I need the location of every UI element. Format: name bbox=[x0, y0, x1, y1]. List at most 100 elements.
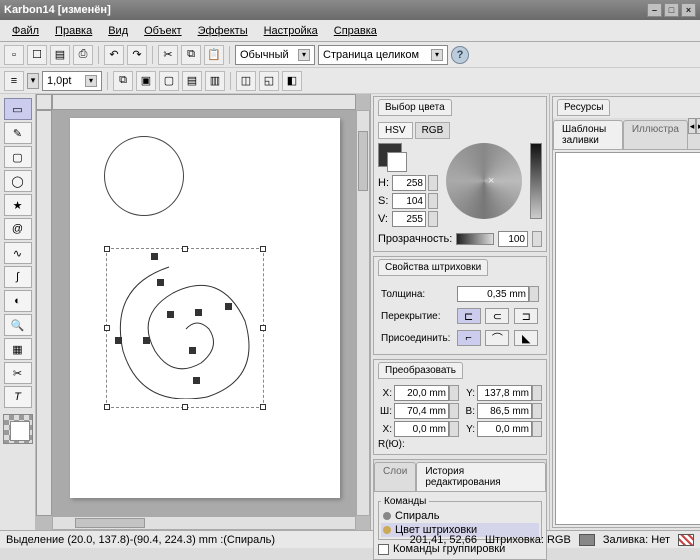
raise-icon[interactable]: ▤ bbox=[182, 71, 202, 91]
tab-fill-patterns[interactable]: Шаблоны заливки bbox=[553, 120, 623, 149]
zoom-combo[interactable]: Страница целиком ▾ bbox=[318, 45, 448, 65]
open-icon[interactable]: ☐ bbox=[27, 45, 47, 65]
join-miter-button[interactable]: ⌐ bbox=[457, 330, 481, 346]
node[interactable] bbox=[225, 303, 232, 310]
menu-object[interactable]: Объект bbox=[138, 23, 187, 39]
menu-effects[interactable]: Эффекты bbox=[192, 23, 254, 39]
close-button[interactable]: × bbox=[681, 3, 696, 17]
value-slider[interactable] bbox=[530, 143, 542, 219]
grid-tool[interactable]: ▦ bbox=[4, 338, 32, 360]
minimize-button[interactable]: – bbox=[647, 3, 662, 17]
y-field[interactable]: 137,8 mm bbox=[477, 385, 532, 401]
text-tool[interactable]: T bbox=[4, 386, 32, 408]
spiral-tool[interactable]: @ bbox=[4, 218, 32, 240]
duplicate-icon[interactable]: ⧉ bbox=[113, 71, 133, 91]
scrollbar-thumb[interactable] bbox=[75, 518, 145, 528]
send-back-icon[interactable]: ▢ bbox=[159, 71, 179, 91]
spinner[interactable] bbox=[529, 286, 539, 302]
scrollbar-horizontal[interactable] bbox=[52, 516, 356, 530]
lower-icon[interactable]: ▥ bbox=[205, 71, 225, 91]
transparency-field[interactable]: 100 bbox=[498, 231, 528, 247]
paste-icon[interactable]: 📋 bbox=[204, 45, 224, 65]
circle-shape[interactable] bbox=[104, 136, 184, 216]
menu-file[interactable]: Файл bbox=[6, 23, 45, 39]
spinner[interactable] bbox=[532, 385, 542, 401]
save-icon[interactable]: ▤ bbox=[50, 45, 70, 65]
cut-icon[interactable]: ✂ bbox=[158, 45, 178, 65]
fill-swatch[interactable] bbox=[678, 534, 694, 546]
node[interactable] bbox=[143, 337, 150, 344]
resize-handle[interactable] bbox=[260, 325, 266, 331]
align-icon[interactable]: ◧ bbox=[282, 71, 302, 91]
tab-rgb[interactable]: RGB bbox=[415, 122, 451, 139]
v-field[interactable]: 255 bbox=[392, 211, 426, 227]
group-icon[interactable]: ◫ bbox=[236, 71, 256, 91]
history-item[interactable]: Спираль bbox=[381, 509, 539, 523]
selection-box[interactable] bbox=[106, 248, 264, 408]
spinner[interactable] bbox=[532, 403, 542, 419]
view-mode-combo[interactable]: Обычный ▾ bbox=[235, 45, 315, 65]
node[interactable] bbox=[151, 253, 158, 260]
tab-clipart[interactable]: Иллюстра bbox=[623, 120, 688, 149]
copy-icon[interactable]: ⧉ bbox=[181, 45, 201, 65]
color-swatch[interactable] bbox=[3, 414, 33, 444]
print-icon[interactable]: ⎙ bbox=[73, 45, 93, 65]
maximize-button[interactable]: □ bbox=[664, 3, 679, 17]
spinner[interactable] bbox=[449, 385, 459, 401]
stroke-width-field[interactable]: 0,35 mm bbox=[457, 286, 529, 302]
stroke-swatch[interactable] bbox=[579, 534, 595, 546]
chevron-down-icon[interactable]: ▾ bbox=[27, 73, 39, 89]
node[interactable] bbox=[195, 309, 202, 316]
node[interactable] bbox=[157, 279, 164, 286]
node[interactable] bbox=[189, 347, 196, 354]
cap-square-button[interactable]: ⊐ bbox=[514, 308, 538, 324]
spinner[interactable] bbox=[532, 421, 542, 437]
cap-butt-button[interactable]: ⊏ bbox=[457, 308, 481, 324]
rect-tool[interactable]: ▢ bbox=[4, 146, 32, 168]
x-field[interactable]: 20,0 mm bbox=[394, 385, 449, 401]
fg-bg-swatch[interactable] bbox=[378, 143, 402, 167]
edit-tool[interactable]: ✎ bbox=[4, 122, 32, 144]
redo-icon[interactable]: ↷ bbox=[127, 45, 147, 65]
ruler-horizontal[interactable] bbox=[52, 94, 356, 110]
spiral-shape[interactable] bbox=[117, 259, 255, 399]
polyline-tool[interactable]: ∿ bbox=[4, 242, 32, 264]
w-field[interactable]: 70,4 mm bbox=[394, 403, 449, 419]
resources-list[interactable] bbox=[555, 152, 700, 525]
h-field[interactable]: 86,5 mm bbox=[477, 403, 532, 419]
group-commands-checkbox[interactable] bbox=[378, 544, 389, 555]
select-tool[interactable]: ▭ bbox=[4, 98, 32, 120]
join-round-button[interactable]: ⌒ bbox=[485, 330, 509, 346]
cap-round-button[interactable]: ⊂ bbox=[485, 308, 509, 324]
canvas[interactable] bbox=[52, 110, 356, 516]
spinner[interactable] bbox=[449, 421, 459, 437]
scroll-left-icon[interactable]: ◂ bbox=[688, 118, 696, 134]
new-icon[interactable]: ▫ bbox=[4, 45, 24, 65]
spinner[interactable] bbox=[532, 231, 542, 247]
resize-handle[interactable] bbox=[182, 246, 188, 252]
h-field[interactable]: 258 bbox=[392, 175, 426, 191]
resize-handle[interactable] bbox=[104, 246, 110, 252]
scrollbar-thumb[interactable] bbox=[358, 131, 368, 191]
resize-handle[interactable] bbox=[182, 404, 188, 410]
undo-icon[interactable]: ↶ bbox=[104, 45, 124, 65]
stroke-width-combo[interactable]: 1,0pt ▾ bbox=[42, 71, 102, 91]
ellipse-tool[interactable]: ◯ bbox=[4, 170, 32, 192]
ruler-vertical[interactable] bbox=[36, 110, 52, 516]
scrollbar-vertical[interactable] bbox=[356, 110, 370, 516]
menu-settings[interactable]: Настройка bbox=[258, 23, 324, 39]
zoom-tool[interactable]: 🔍 bbox=[4, 314, 32, 336]
help-icon[interactable]: ? bbox=[451, 46, 469, 64]
resize-handle[interactable] bbox=[104, 325, 110, 331]
node[interactable] bbox=[193, 377, 200, 384]
resize-handle[interactable] bbox=[104, 404, 110, 410]
spinner[interactable] bbox=[428, 193, 438, 209]
y2-field[interactable]: 0,0 mm bbox=[477, 421, 532, 437]
menu-view[interactable]: Вид bbox=[102, 23, 134, 39]
spinner[interactable] bbox=[428, 175, 438, 191]
join-bevel-button[interactable]: ◣ bbox=[514, 330, 538, 346]
resize-handle[interactable] bbox=[260, 404, 266, 410]
transparency-slider[interactable] bbox=[456, 233, 494, 245]
node[interactable] bbox=[115, 337, 122, 344]
menu-edit[interactable]: Правка bbox=[49, 23, 98, 39]
